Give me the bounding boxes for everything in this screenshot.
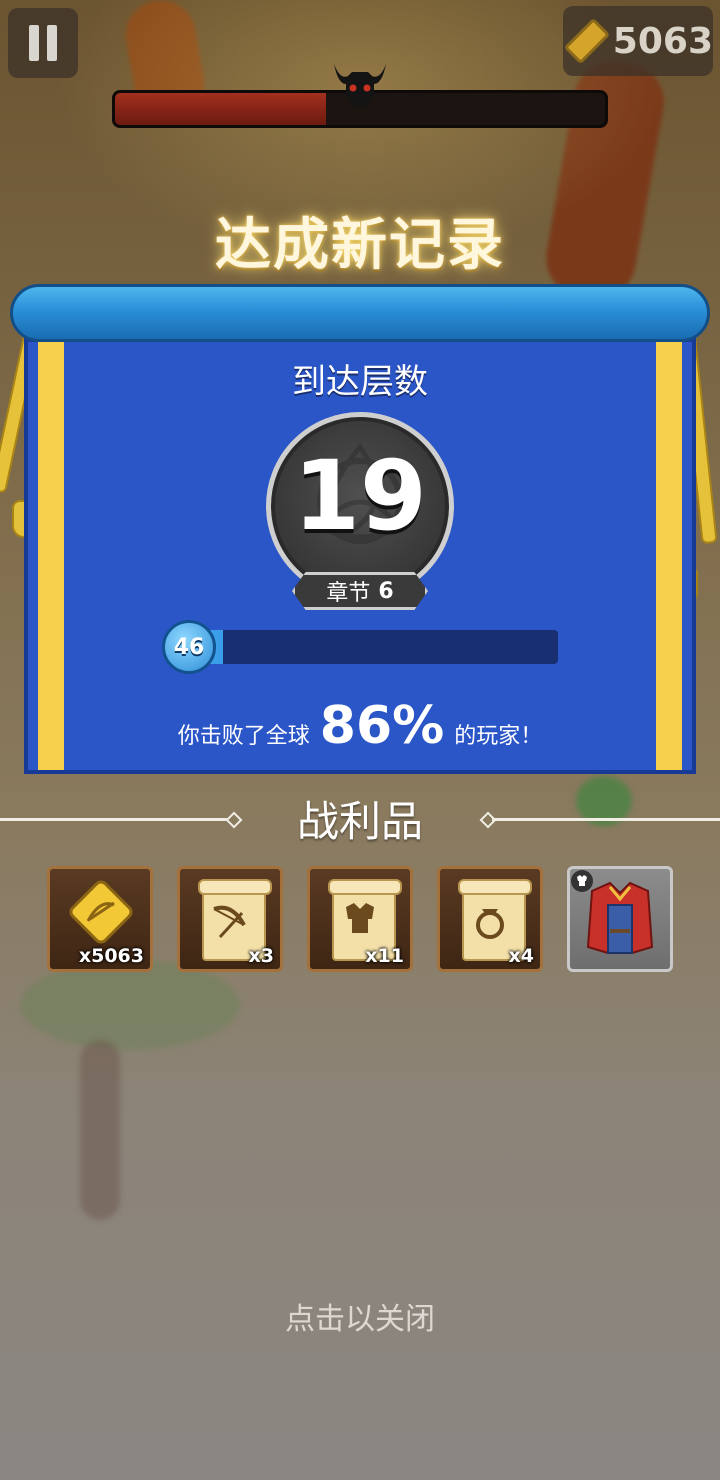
loot-qty: x4 (508, 945, 534, 967)
pause-button[interactable] (8, 8, 78, 78)
loot-item-bow-scroll[interactable]: x3 (177, 866, 283, 972)
tap-to-close-hint[interactable]: 点击以关闭 (0, 1294, 720, 1338)
boss-health-fill (115, 93, 326, 125)
pause-icon-bar (47, 25, 57, 61)
gem-icon (563, 17, 611, 65)
background-palm-leaf (20, 960, 240, 1050)
gem-count: 5063 (612, 20, 713, 62)
chapter-number: 6 (378, 578, 394, 604)
gem-counter: 5063 (563, 6, 713, 76)
background-palm-leaf-2 (80, 1040, 120, 1220)
bull-skull-icon (334, 64, 386, 108)
player-level: 46 (173, 634, 205, 660)
loot-qty: x3 (248, 945, 274, 967)
loot-item-armor-scroll[interactable]: x11 (307, 866, 413, 972)
xp-progress-track (180, 630, 558, 664)
chapter-label: 章节 (326, 581, 371, 606)
beat-prefix: 你击败了全球 (177, 724, 310, 749)
loot-item-ring-scroll[interactable]: x4 (437, 866, 543, 972)
floor-number: 19 (293, 440, 427, 552)
scroll-rod (10, 284, 710, 342)
loot-qty: x11 (365, 945, 404, 967)
loot-item-armor-vest[interactable] (567, 866, 673, 972)
beat-percent-line: 你击败了全球 86% 的玩家！ (0, 696, 720, 756)
beat-percent: 86% (319, 696, 445, 756)
loot-qty: x5063 (78, 945, 144, 967)
floor-reached-label: 到达层数 (292, 362, 428, 402)
loot-item-gems[interactable]: x5063 (47, 866, 153, 972)
loot-divider-right (492, 818, 720, 821)
beat-suffix: 的玩家！ (454, 724, 543, 749)
chapter-tag: 章节 6 (292, 572, 428, 610)
player-level-badge: 46 (162, 620, 216, 674)
new-record-title: 达成新记录 (215, 213, 505, 278)
armor-type-badge-icon (571, 870, 593, 892)
pause-icon (29, 25, 39, 61)
